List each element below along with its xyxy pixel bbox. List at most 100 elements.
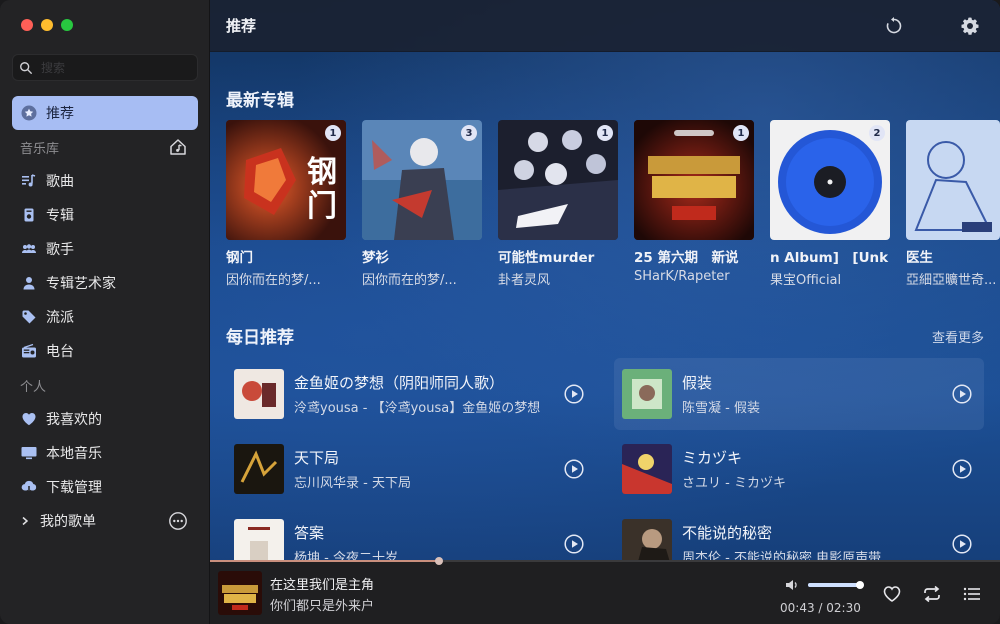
sidebar-item-favorites[interactable]: 我喜欢的 — [12, 402, 198, 436]
album-artist[interactable]: 亞細亞曠世奇... — [906, 269, 1000, 288]
sidebar-item-genres[interactable]: 流派 — [12, 300, 198, 334]
app-window: 推荐 音乐库 歌曲 专辑 歌手 专辑艺术家 — [0, 0, 1000, 624]
now-playing-subtitle[interactable]: 你们都只是外来户 — [270, 595, 374, 614]
search-input[interactable] — [41, 60, 191, 75]
song-item[interactable]: 假装 陈雪凝 - 假装 — [614, 358, 984, 430]
album-card[interactable]: 钢 门 1 钢门 因你而在的梦/... — [226, 120, 346, 288]
song-title: 答案 — [294, 524, 325, 542]
volume-slider[interactable] — [808, 581, 865, 589]
album-artist[interactable]: 果宝Official — [770, 269, 890, 288]
sidebar-item-artists[interactable]: 歌手 — [12, 232, 198, 266]
album-artist[interactable]: 因你而在的梦/... — [362, 269, 482, 288]
album-card[interactable]: 3 梦衫 因你而在的梦/... — [362, 120, 482, 288]
sidebar-item-album-artists[interactable]: 专辑艺术家 — [12, 266, 198, 300]
progress-handle[interactable] — [435, 557, 444, 565]
my-playlists-row[interactable]: 我的歌单 — [12, 504, 198, 538]
sidebar-item-albums[interactable]: 专辑 — [12, 198, 198, 232]
play-circle-icon[interactable] — [952, 459, 972, 479]
radio-icon — [20, 342, 38, 360]
sidebar-item-label: 我喜欢的 — [46, 412, 102, 428]
song-item[interactable]: 金鱼姬の梦想（阴阳师同人歌） 泠鸢yousa - 【泠鸢yousa】金鱼姬の梦想 — [226, 358, 596, 430]
song-item[interactable]: 答案 杨坤 - 今夜二十岁 — [226, 508, 596, 562]
album-name[interactable]: 25 第六期 新说 — [634, 246, 754, 266]
heart-icon — [20, 410, 38, 428]
sidebar-item-songs[interactable]: 歌曲 — [12, 164, 198, 198]
album-carousel: 钢 门 1 钢门 因你而在的梦/... 3 梦衫 因你而在的梦/... 1 可能… — [226, 120, 1000, 290]
album-card[interactable]: 医生 亞細亞曠世奇... — [906, 120, 1000, 288]
song-info: 天下局 忘川风华录 - 天下局 — [294, 447, 554, 491]
album-artist[interactable]: SHarK/Rapeter — [634, 269, 754, 284]
song-title: 不能说的秘密 — [682, 524, 773, 542]
album-cover[interactable] — [906, 120, 1000, 240]
album-disc-count: 3 — [461, 125, 477, 141]
album-cover[interactable]: 钢 门 1 — [226, 120, 346, 240]
star-icon — [20, 104, 38, 122]
song-item[interactable]: 天下局 忘川风华录 - 天下局 — [226, 433, 596, 505]
song-item[interactable]: ミカヅキ さユリ - ミカヅキ — [614, 433, 984, 505]
song-title: 金鱼姬の梦想（阴阳师同人歌） — [294, 374, 505, 392]
person-icon — [20, 274, 38, 292]
song-item[interactable]: 不能说的秘密 周杰伦 - 不能说的秘密 电影原声带 — [614, 508, 984, 562]
sidebar-item-radio[interactable]: 电台 — [12, 334, 198, 368]
close-window-button[interactable] — [21, 19, 33, 31]
album-card[interactable]: 1 25 第六期 新说 SHarK/Rapeter — [634, 120, 754, 284]
album-cover[interactable]: 1 — [498, 120, 618, 240]
refresh-icon[interactable] — [884, 16, 904, 36]
volume-fill — [808, 583, 861, 587]
my-playlists-label: 我的歌单 — [40, 514, 96, 530]
sidebar-item-recommend[interactable]: 推荐 — [12, 96, 198, 130]
album-name[interactable]: 可能性murder — [498, 246, 618, 266]
song-title: 天下局 — [294, 449, 340, 467]
play-circle-icon[interactable] — [564, 384, 584, 404]
play-circle-icon[interactable] — [564, 534, 584, 554]
tag-icon — [20, 308, 38, 326]
album-name[interactable]: 医生 — [906, 246, 1000, 266]
search-box[interactable] — [12, 54, 198, 81]
song-subtitle: 忘川风华录 - 天下局 — [294, 476, 411, 491]
svg-text:门: 门 — [307, 189, 337, 224]
playlist-icon[interactable] — [962, 584, 982, 604]
song-title: 假装 — [682, 374, 713, 392]
album-cover[interactable]: 3 — [362, 120, 482, 240]
song-cover — [622, 369, 672, 419]
sidebar-item-local-music[interactable]: 本地音乐 — [12, 436, 198, 470]
album-cover[interactable]: 2 — [770, 120, 890, 240]
album-artist[interactable]: 卦者灵风 — [498, 269, 618, 288]
song-cover — [622, 519, 672, 562]
album-artist[interactable]: 因你而在的梦/... — [226, 269, 346, 288]
album-cover[interactable]: 1 — [634, 120, 754, 240]
now-playing-cover[interactable] — [218, 571, 262, 615]
volume-icon[interactable] — [784, 577, 800, 593]
volume-handle[interactable] — [856, 581, 865, 589]
page-title: 推荐 — [226, 17, 257, 35]
cloud-download-icon — [20, 478, 38, 496]
album-art — [906, 120, 1000, 240]
repeat-icon[interactable] — [922, 584, 942, 604]
gear-icon[interactable] — [960, 16, 980, 36]
sidebar-item-label: 下载管理 — [46, 480, 102, 496]
album-disc-count: 1 — [325, 125, 341, 141]
play-circle-icon[interactable] — [952, 534, 972, 554]
maximize-window-button[interactable] — [61, 19, 73, 31]
sidebar-item-downloads[interactable]: 下载管理 — [12, 470, 198, 504]
album-disc-count: 2 — [869, 125, 885, 141]
album-name[interactable]: 钢门 — [226, 246, 346, 266]
search-icon — [20, 61, 32, 74]
see-more-link[interactable]: 查看更多 — [932, 327, 984, 346]
more-options-icon[interactable] — [168, 511, 188, 531]
album-card[interactable]: 2 n Album] [Unk 果宝Official — [770, 120, 890, 288]
play-circle-icon[interactable] — [564, 459, 584, 479]
home-music-icon[interactable] — [168, 137, 188, 157]
album-card[interactable]: 1 可能性murder 卦者灵风 — [498, 120, 618, 288]
play-circle-icon[interactable] — [952, 384, 972, 404]
album-disc-count: 1 — [597, 125, 613, 141]
album-name[interactable]: n Album] [Unk — [770, 246, 890, 266]
minimize-window-button[interactable] — [41, 19, 53, 31]
sidebar-item-label: 专辑 — [46, 208, 74, 224]
heart-icon[interactable] — [882, 584, 902, 604]
album-name[interactable]: 梦衫 — [362, 246, 482, 266]
playback-time: 00:43 / 02:30 — [780, 601, 861, 615]
song-info: 假装 陈雪凝 - 假装 — [682, 372, 942, 416]
now-playing-title[interactable]: 在这里我们是主角 — [270, 574, 374, 593]
progress-bar[interactable] — [210, 557, 1000, 565]
